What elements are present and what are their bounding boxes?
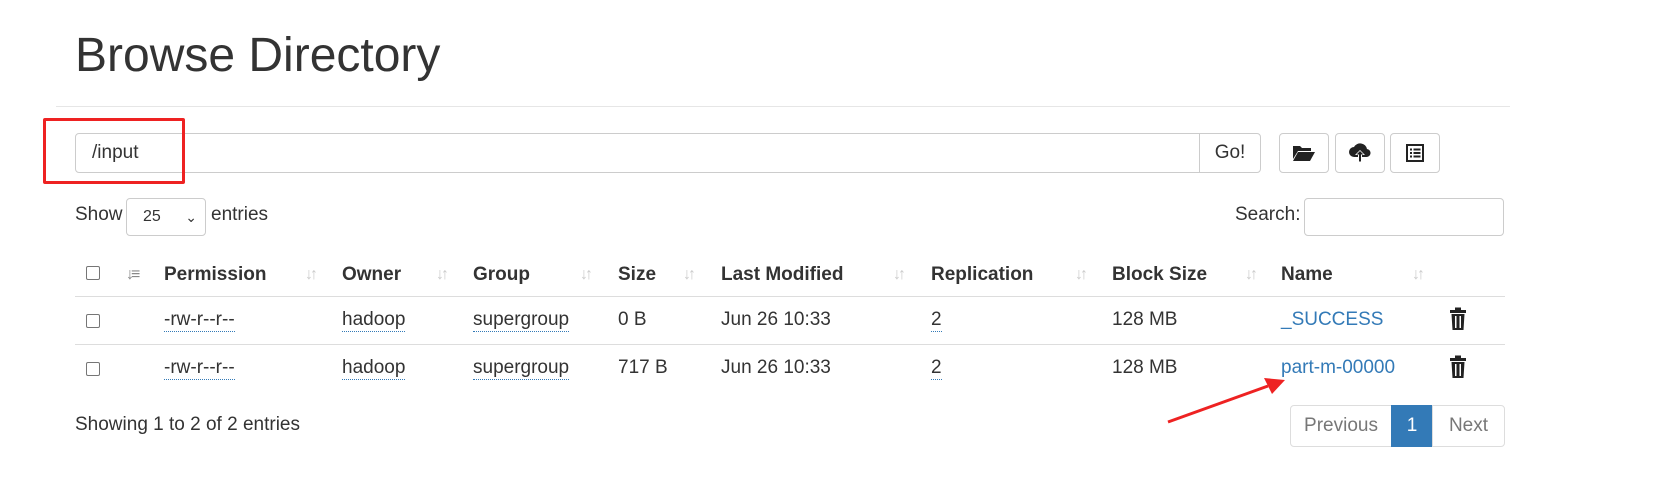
sort-icon[interactable]: ↓↑ [1245,262,1258,288]
header-group[interactable]: Group [473,262,530,288]
table-divider [75,344,1505,345]
table-divider [75,296,1505,297]
page-length-select[interactable]: 25 ⌄ [126,198,206,236]
owner-value[interactable]: hadoop [342,357,406,380]
row-checkbox[interactable] [86,362,100,376]
search-input[interactable] [1304,198,1504,236]
annotation-arrow [1167,378,1285,424]
search-label: Search: [1235,204,1301,225]
sort-icon[interactable]: ↓↑ [436,262,449,288]
modified-value: Jun 26 10:33 [721,309,831,330]
row-checkbox[interactable] [86,314,100,328]
header-permission[interactable]: Permission [164,262,266,288]
sort-icon[interactable]: ↓↑ [893,262,906,288]
create-directory-button[interactable] [1279,133,1329,173]
block-size-value: 128 MB [1112,309,1178,330]
trash-icon[interactable] [1447,355,1469,379]
trash-icon[interactable] [1447,307,1469,331]
sort-icon[interactable]: ↓↑ [580,262,593,288]
cloud-upload-icon [1349,143,1371,162]
next-button[interactable]: Next [1432,405,1505,447]
sort-desc-icon[interactable]: ↓≡ [126,262,140,288]
file-name-link[interactable]: part-m-00000 [1281,355,1395,381]
header-owner[interactable]: Owner [342,262,401,288]
entries-label: entries [211,204,269,225]
page-length-value: 25 [143,208,161,225]
modified-value: Jun 26 10:33 [721,357,831,378]
chevron-down-icon: ⌄ [185,209,197,225]
owner-value[interactable]: hadoop [342,309,406,332]
cut-paste-button[interactable] [1390,133,1440,173]
group-value[interactable]: supergroup [473,357,570,380]
upload-button[interactable] [1335,133,1385,173]
previous-button[interactable]: Previous [1290,405,1392,447]
size-value: 717 B [618,357,668,378]
size-value: 0 B [618,309,647,330]
header-name[interactable]: Name [1281,262,1333,288]
header-size[interactable]: Size [618,262,656,288]
directory-path-input[interactable] [75,133,1200,173]
sort-icon[interactable]: ↓↑ [1075,262,1088,288]
sort-icon[interactable]: ↓↑ [1412,262,1425,288]
go-button[interactable]: Go! [1199,133,1261,173]
header-block-size[interactable]: Block Size [1112,262,1207,288]
list-icon [1406,144,1424,162]
show-label: Show [75,204,123,225]
replication-value[interactable]: 2 [931,357,942,380]
replication-value[interactable]: 2 [931,309,942,332]
table-info: Showing 1 to 2 of 2 entries [75,414,300,435]
page-1-button[interactable]: 1 [1391,405,1433,447]
divider [56,106,1510,107]
permission-value[interactable]: -rw-r--r-- [164,357,235,380]
page-title: Browse Directory [75,29,441,82]
sort-icon[interactable]: ↓↑ [683,262,696,288]
file-name-link[interactable]: _SUCCESS [1281,307,1383,333]
select-all-checkbox[interactable] [86,266,100,280]
group-value[interactable]: supergroup [473,309,570,332]
folder-open-icon [1293,146,1315,161]
annotation-highlight-box [43,118,185,184]
sort-icon[interactable]: ↓↑ [305,262,318,288]
permission-value[interactable]: -rw-r--r-- [164,309,235,332]
header-replication[interactable]: Replication [931,262,1033,288]
header-last-modified[interactable]: Last Modified [721,262,843,288]
